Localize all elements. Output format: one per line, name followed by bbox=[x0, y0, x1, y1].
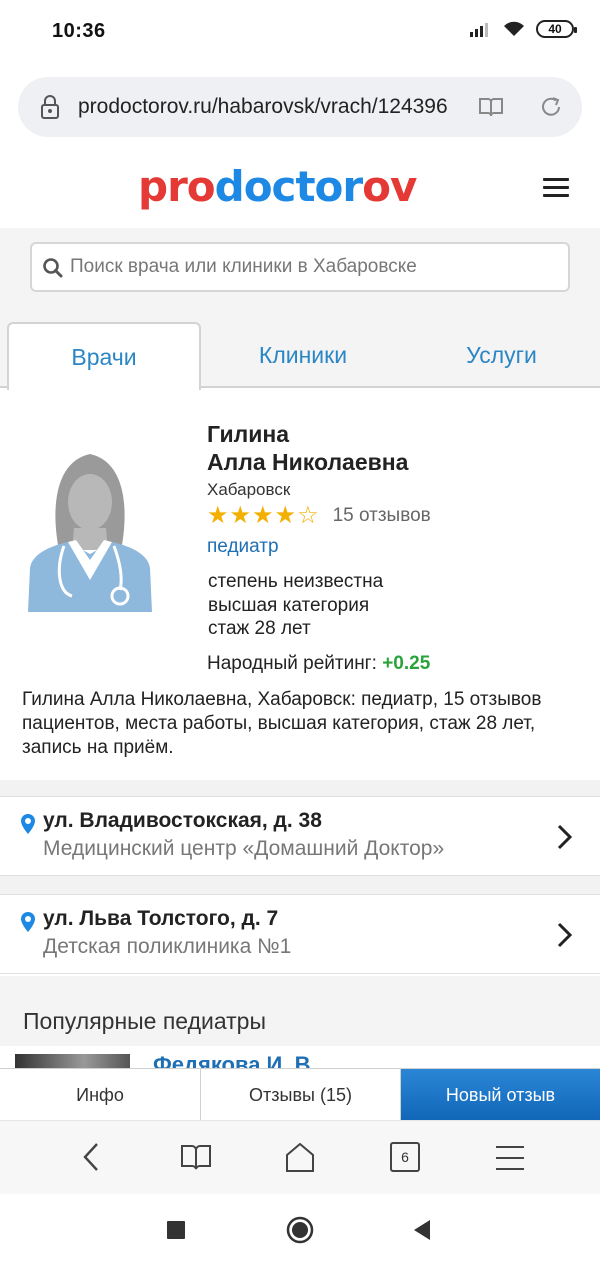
battery-icon: 40 bbox=[536, 20, 577, 38]
signal-icon bbox=[470, 23, 488, 37]
logo-part-doctor: doctor bbox=[214, 162, 363, 211]
logo-part-ov: ov bbox=[362, 162, 417, 211]
people-rating-value: +0.25 bbox=[382, 652, 431, 674]
doctor-degree: степень неизвестна bbox=[208, 571, 384, 592]
doctor-surname: Гилина bbox=[207, 421, 290, 447]
doctor-category: высшая категория bbox=[208, 594, 370, 616]
tab-clinics[interactable]: Клиники bbox=[203, 322, 403, 388]
wifi-icon bbox=[504, 21, 524, 36]
category-tabs: Врачи Клиники Услуги bbox=[0, 322, 600, 390]
site-bottom-tabbar: Инфо Отзывы (15) Новый отзыв bbox=[0, 1068, 600, 1121]
address-clinic: Медицинский центр «Домашний Доктор» bbox=[43, 837, 445, 860]
site-header: prodoctorov bbox=[0, 150, 600, 228]
system-navigation-bar bbox=[0, 1194, 600, 1266]
doctor-city: Хабаровск bbox=[207, 480, 291, 499]
new-review-button[interactable]: Новый отзыв bbox=[401, 1069, 600, 1121]
search-area: Поиск врача или клиники в Хабаровске bbox=[0, 228, 600, 322]
battery-level: 40 bbox=[548, 22, 562, 36]
star-filled-icon: ★ bbox=[252, 502, 274, 529]
location-pin-icon bbox=[21, 912, 35, 932]
people-rating: Народный рейтинг: +0.25 bbox=[207, 653, 431, 675]
url-text[interactable]: prodoctorov.ru/habarovsk/vrach/124396 bbox=[78, 95, 466, 119]
tabs-count-button[interactable]: 6 bbox=[390, 1142, 420, 1172]
hamburger-menu-icon[interactable] bbox=[543, 178, 569, 198]
address-street: ул. Льва Толстого, д. 7 bbox=[43, 907, 279, 930]
star-empty-icon: ☆ bbox=[297, 502, 319, 529]
section-divider bbox=[0, 780, 600, 796]
tabs-count: 6 bbox=[401, 1149, 409, 1165]
back-icon[interactable] bbox=[80, 1141, 102, 1173]
search-icon bbox=[43, 258, 63, 278]
tab-info[interactable]: Инфо bbox=[0, 1069, 201, 1121]
star-filled-icon: ★ bbox=[207, 502, 229, 529]
system-back-icon[interactable] bbox=[412, 1219, 432, 1241]
status-bar: 10:36 40 bbox=[0, 0, 600, 66]
rating-row: ★ ★ ★ ★ ☆ 15 отзывов bbox=[207, 504, 431, 528]
star-rating: ★ ★ ★ ★ ☆ bbox=[207, 504, 319, 528]
tab-doctors[interactable]: Врачи bbox=[7, 322, 201, 390]
doctor-description: Гилина Алла Николаевна, Хабаровск: педиа… bbox=[22, 689, 542, 758]
star-filled-icon: ★ bbox=[274, 502, 297, 529]
reviews-count-link[interactable]: 15 отзывов bbox=[333, 505, 431, 527]
address-bar[interactable]: prodoctorov.ru/habarovsk/vrach/124396 bbox=[18, 77, 582, 137]
doctor-experience: стаж 28 лет bbox=[208, 618, 311, 639]
address-card[interactable]: ул. Владивостокская, д. 38 Медицинский ц… bbox=[0, 796, 600, 876]
doctor-avatar bbox=[28, 454, 152, 612]
location-pin-icon bbox=[21, 814, 35, 834]
popular-doctor-item[interactable]: Федякова И. В. bbox=[0, 1046, 600, 1068]
address-card[interactable]: ул. Льва Толстого, д. 7 Детская поликлин… bbox=[0, 894, 600, 974]
search-input[interactable]: Поиск врача или клиники в Хабаровске bbox=[30, 242, 570, 292]
logo-part-pro: pro bbox=[138, 162, 216, 211]
popular-doctor-name[interactable]: Федякова И. В. bbox=[153, 1052, 317, 1068]
system-home-icon[interactable] bbox=[286, 1216, 314, 1244]
chevron-right-icon bbox=[557, 922, 573, 948]
chevron-right-icon bbox=[557, 824, 573, 850]
browser-menu-icon[interactable] bbox=[496, 1145, 524, 1171]
search-placeholder: Поиск врача или клиники в Хабаровске bbox=[70, 256, 417, 277]
tab-reviews[interactable]: Отзывы (15) bbox=[201, 1069, 401, 1121]
home-icon[interactable] bbox=[284, 1141, 316, 1173]
tab-services[interactable]: Услуги bbox=[403, 322, 600, 388]
doctor-card: Гилина Алла Николаевна Хабаровск ★ ★ ★ ★… bbox=[0, 390, 600, 780]
doctor-details: степень неизвестна высшая категория стаж… bbox=[208, 570, 431, 641]
doctor-info: Гилина Алла Николаевна Хабаровск ★ ★ ★ ★… bbox=[207, 420, 431, 675]
address-clinic: Детская поликлиника №1 bbox=[43, 935, 292, 958]
reader-mode-icon[interactable] bbox=[478, 95, 504, 119]
reload-icon[interactable] bbox=[538, 94, 564, 120]
bookmarks-icon[interactable] bbox=[180, 1143, 212, 1171]
people-rating-label: Народный рейтинг: bbox=[207, 652, 377, 674]
recents-icon[interactable] bbox=[166, 1220, 186, 1240]
site-logo[interactable]: prodoctorov bbox=[138, 162, 417, 211]
specialty-link[interactable]: педиатр bbox=[207, 536, 431, 558]
popular-doctor-photo bbox=[15, 1054, 130, 1068]
section-divider bbox=[0, 876, 600, 894]
doctor-name: Алла Николаевна bbox=[207, 449, 409, 475]
status-time: 10:36 bbox=[52, 20, 106, 42]
lock-icon bbox=[41, 95, 59, 119]
popular-title: Популярные педиатры bbox=[23, 1008, 267, 1034]
status-icons: 40 bbox=[470, 20, 577, 38]
browser-toolbar: 6 bbox=[0, 1120, 600, 1194]
star-filled-icon: ★ bbox=[229, 502, 252, 529]
address-street: ул. Владивостокская, д. 38 bbox=[43, 809, 322, 832]
